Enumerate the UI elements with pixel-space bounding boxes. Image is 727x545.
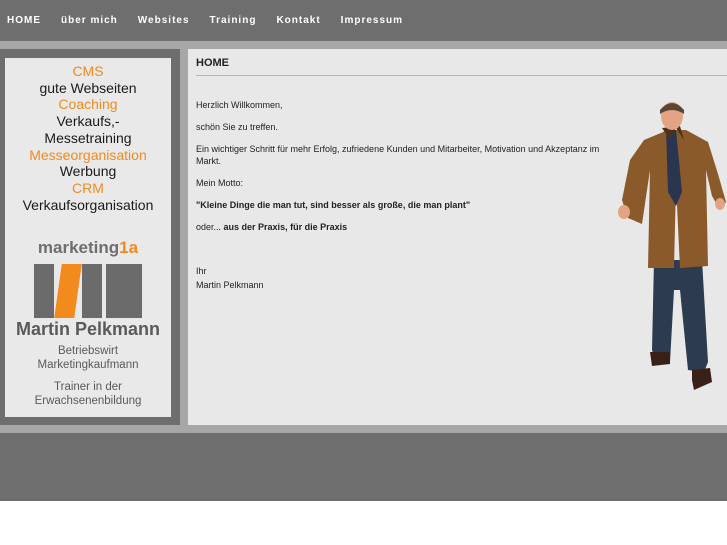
nav-websites[interactable]: Websites	[138, 15, 190, 26]
service-websites: gute Webseiten	[39, 79, 137, 96]
logo-bar	[106, 264, 126, 318]
main-nav: HOME über mich Websites Training Kontakt…	[0, 0, 416, 41]
service-fair-organisation: Messeorganisation	[29, 146, 147, 163]
signature-name: Martin Pelkmann	[196, 280, 264, 290]
intro-line: schön Sie zu treffen.	[196, 122, 278, 132]
page-title: HOME	[196, 57, 229, 69]
footer-bar	[0, 433, 727, 501]
title-divider	[196, 75, 727, 76]
signature-ihr: Ihr	[196, 266, 207, 276]
credentials: Betriebswirt Marketingkaufmann Trainer i…	[34, 345, 142, 407]
motto-label: Mein Motto:	[196, 178, 244, 188]
service-sales: Verkaufs,-	[56, 113, 120, 130]
logo-bars-icon	[34, 262, 142, 320]
logo-wordmark: marketing1a	[37, 238, 139, 257]
service-list: CMS gute Webseiten Coaching Verkaufs,- M…	[5, 63, 171, 213]
nav-home[interactable]: HOME	[7, 15, 41, 26]
logo-bar-orange	[54, 264, 82, 318]
logo-bar	[34, 264, 54, 318]
service-fair-training: Messetraining	[44, 129, 132, 146]
logo-bar	[126, 264, 142, 318]
owner-name: Martin Pelkmann	[15, 319, 161, 339]
service-cms: CMS	[72, 63, 104, 79]
motto-alt: oder... aus der Praxis, für die Praxis	[196, 222, 348, 232]
nav-contact[interactable]: Kontakt	[276, 15, 320, 26]
welcome-text: Herzlich Willkommen, schön Sie zu treffe…	[196, 99, 601, 301]
service-sales-organisation: Verkaufsorganisation	[22, 196, 154, 213]
motto: "Kleine Dinge die man tut, sind besser a…	[196, 200, 471, 210]
logo: marketing1a	[5, 238, 171, 320]
service-advertising: Werbung	[59, 163, 117, 180]
nav-training[interactable]: Training	[210, 15, 257, 26]
service-crm: CRM	[72, 179, 104, 196]
sidebar: CMS gute Webseiten Coaching Verkaufs,- M…	[5, 58, 171, 417]
logo-bar	[82, 264, 102, 318]
nav-imprint[interactable]: Impressum	[341, 15, 403, 26]
service-coaching: Coaching	[58, 96, 118, 113]
intro-paragraph: Ein wichtiger Schritt für mehr Erfolg, z…	[196, 144, 600, 166]
person-photo-icon	[618, 102, 726, 390]
nav-about[interactable]: über mich	[61, 15, 118, 26]
greeting: Herzlich Willkommen,	[196, 100, 283, 110]
